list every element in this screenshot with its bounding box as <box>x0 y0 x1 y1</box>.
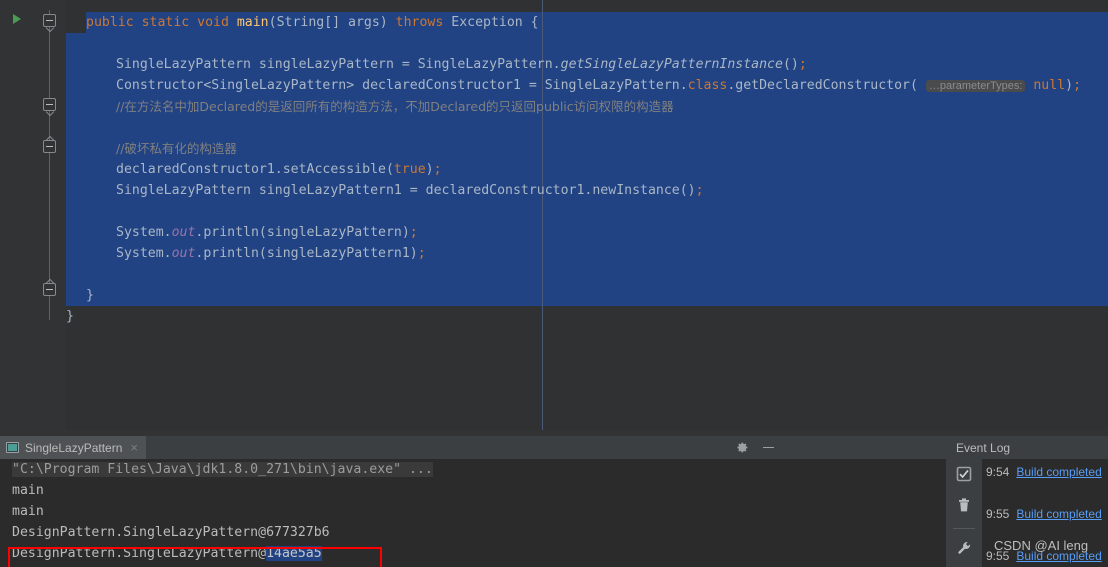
tool-window-tabs: SingleLazyPattern × <box>0 436 946 459</box>
code-token: SingleLazyPattern singleLazyPattern1 = d… <box>116 183 696 198</box>
code-line: //在方法名中加Declared的是返回所有的构造方法，不加Declared的只… <box>66 96 674 117</box>
wrench-icon[interactable] <box>956 540 972 560</box>
code-token: ; <box>417 246 426 261</box>
tab-label: SingleLazyPattern <box>25 440 123 455</box>
event-message-link[interactable]: Build completed <box>1016 507 1101 521</box>
console-icon <box>6 442 19 453</box>
console-line: main <box>12 501 44 522</box>
code-token: ) <box>425 162 434 177</box>
console-line: DesignPattern.SingleLazyPattern@677327b6 <box>12 522 330 543</box>
console-token: "C:\Program Files\Java\jdk1.8.0_271\bin\… <box>12 462 433 477</box>
code-token: System. <box>116 246 172 261</box>
event-message-link[interactable]: Build completed <box>1016 549 1101 563</box>
code-token: .getDeclaredConstructor( <box>727 78 926 93</box>
code-token: System. <box>116 225 172 240</box>
code-token: SingleLazyPattern singleLazyPattern = Si… <box>116 57 561 72</box>
code-token: getSingleLazyPatternInstance <box>560 57 783 72</box>
code-line: System.out.println(singleLazyPattern1); <box>66 243 426 264</box>
fold-marker-icon[interactable] <box>43 283 56 296</box>
code-line: SingleLazyPattern singleLazyPattern1 = d… <box>66 180 704 201</box>
event-log-title: Event Log <box>956 440 1011 455</box>
code-token: () <box>782 57 799 72</box>
event-log-entries[interactable]: 9:54 Build completed 9:55 Build completed 9:… <box>982 459 1108 567</box>
code-text-area[interactable]: public static void main(String[] args) t… <box>66 0 1108 430</box>
event-time: 9:55 <box>986 549 1010 563</box>
tool-window: SingleLazyPattern × "C:\Program Files\Ja… <box>0 436 1108 567</box>
code-line: } <box>66 285 94 306</box>
gear-icon[interactable] <box>736 441 749 454</box>
event-time: 9:54 <box>986 465 1010 479</box>
editor-gutter[interactable] <box>0 0 66 430</box>
code-token: //破坏私有化的构造器 <box>116 141 237 156</box>
fold-marker-icon[interactable] <box>43 98 56 111</box>
ide-window: public static void main(String[] args) t… <box>0 0 1108 567</box>
console-line: main <box>12 480 44 501</box>
annotation-rectangle <box>8 547 382 567</box>
console-line: "C:\Program Files\Java\jdk1.8.0_271\bin\… <box>12 459 433 480</box>
minimize-icon[interactable] <box>763 447 774 448</box>
code-token: ) <box>1065 78 1074 93</box>
event-time: 9:55 <box>986 507 1010 521</box>
code-token: } <box>86 288 94 303</box>
code-token: public <box>86 15 142 30</box>
code-token: void <box>197 15 237 30</box>
event-log-toolbar <box>946 459 982 567</box>
code-token: out <box>171 246 196 261</box>
event-log-entry[interactable]: 9:55 Build completed <box>986 547 1102 565</box>
event-message-link[interactable]: Build completed <box>1016 465 1101 479</box>
code-token: .println(singleLazyPattern) <box>195 225 410 240</box>
tab-run-singlelazypattern[interactable]: SingleLazyPattern × <box>0 436 146 459</box>
event-log-entry[interactable]: 9:54 Build completed <box>986 463 1102 481</box>
code-token: //在方法名中加Declared的是返回所有的构造方法，不加Declared的只… <box>116 99 674 114</box>
console-token: main <box>12 504 44 519</box>
code-token: } <box>66 309 74 324</box>
code-line: //破坏私有化的构造器 <box>66 138 237 159</box>
console-output[interactable]: "C:\Program Files\Java\jdk1.8.0_271\bin\… <box>0 459 946 567</box>
checkbox-icon[interactable] <box>956 466 972 486</box>
console-token: main <box>12 483 44 498</box>
trash-icon[interactable] <box>956 497 972 517</box>
run-arrow-icon[interactable] <box>13 14 21 24</box>
code-lines: public static void main(String[] args) t… <box>66 0 1108 430</box>
fold-guide-line <box>49 10 50 320</box>
code-token: ; <box>1073 78 1082 93</box>
event-log-entry[interactable]: 9:55 Build completed <box>986 505 1102 523</box>
event-log-header[interactable]: Event Log <box>946 436 1108 459</box>
code-token: Constructor<SingleLazyPattern> declaredC… <box>116 78 688 93</box>
code-token: main <box>236 15 269 30</box>
code-token: ; <box>433 162 442 177</box>
code-token: ; <box>798 57 807 72</box>
code-line: } <box>66 306 74 327</box>
code-token: …parameterTypes: <box>925 80 1026 92</box>
code-token: throws <box>395 15 452 30</box>
code-token: out <box>171 225 196 240</box>
code-line: declaredConstructor1.setAccessible(true)… <box>66 159 442 180</box>
code-token: null <box>1033 78 1066 93</box>
code-token: Exception { <box>451 15 539 30</box>
code-line: System.out.println(singleLazyPattern); <box>66 222 418 243</box>
event-log-panel: Event Log 9:54 Build completed 9:55 Buil… <box>946 436 1108 567</box>
fold-marker-icon[interactable] <box>43 14 56 27</box>
code-token: .println(singleLazyPattern1) <box>195 246 418 261</box>
code-line: SingleLazyPattern singleLazyPattern = Si… <box>66 54 807 75</box>
code-token: ; <box>409 225 418 240</box>
code-token: true <box>393 162 426 177</box>
code-token: declaredConstructor1.setAccessible( <box>116 162 394 177</box>
code-editor[interactable]: public static void main(String[] args) t… <box>0 0 1108 430</box>
code-line: public static void main(String[] args) t… <box>66 12 539 33</box>
fold-marker-icon[interactable] <box>43 140 56 153</box>
code-token: class <box>687 78 728 93</box>
tool-window-actions <box>714 436 784 459</box>
code-token: static <box>141 15 198 30</box>
code-token: ; <box>695 183 704 198</box>
console-token: DesignPattern.SingleLazyPattern@677327b6 <box>12 525 330 540</box>
code-token: (String[] args) <box>268 15 396 30</box>
code-line: Constructor<SingleLazyPattern> declaredC… <box>66 75 1081 96</box>
toolbar-divider <box>953 528 975 529</box>
close-icon[interactable]: × <box>130 441 138 454</box>
